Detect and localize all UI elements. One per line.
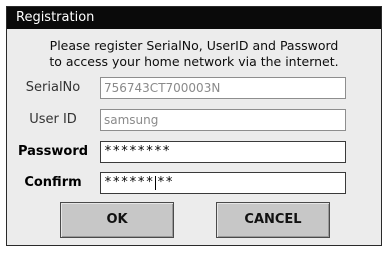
confirm-row: Confirm ****** ** — [7, 172, 381, 194]
message-line-2: to access your home network via the inte… — [49, 54, 339, 69]
userid-field[interactable]: samsung — [100, 109, 346, 131]
userid-row: User ID samsung — [7, 109, 381, 131]
dialog-message: Please register SerialNo, UserID and Pas… — [7, 38, 381, 70]
serialno-row: SerialNo 756743CT700003N — [7, 77, 381, 99]
confirm-text-after-caret: ** — [156, 175, 174, 190]
password-row: Password ******** — [7, 141, 381, 163]
confirm-field[interactable]: ****** ** — [100, 172, 346, 194]
cancel-button[interactable]: CANCEL — [216, 202, 330, 238]
text-caret — [154, 175, 156, 190]
dialog-title: Registration — [7, 7, 381, 29]
serialno-label: SerialNo — [25, 80, 81, 95]
userid-label: User ID — [29, 112, 77, 127]
message-line-1: Please register SerialNo, UserID and Pas… — [49, 38, 339, 53]
confirm-text-before-caret: ****** — [104, 175, 154, 190]
password-label: Password — [17, 144, 89, 159]
registration-dialog: Registration Please register SerialNo, U… — [6, 6, 382, 246]
password-field[interactable]: ******** — [100, 141, 346, 163]
ok-button[interactable]: OK — [60, 202, 174, 238]
serialno-field[interactable]: 756743CT700003N — [100, 77, 346, 99]
confirm-label: Confirm — [24, 175, 82, 190]
